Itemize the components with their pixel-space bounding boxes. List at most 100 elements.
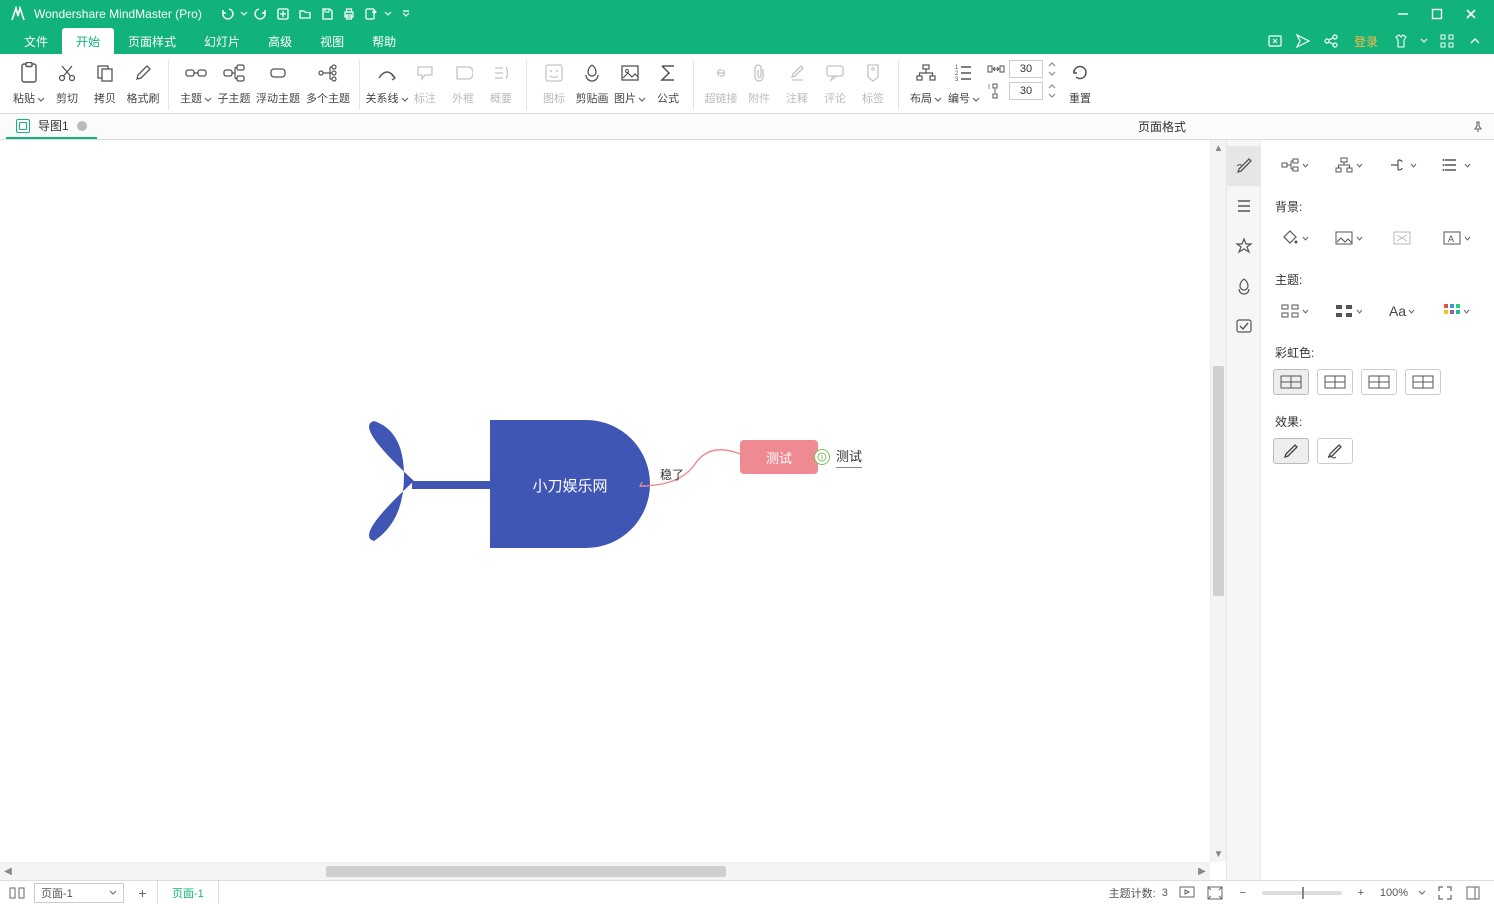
paste-button[interactable]: 粘贴 (10, 58, 48, 105)
new-button[interactable] (272, 3, 294, 25)
document-tab[interactable]: 导图1 (6, 115, 97, 139)
pin-icon[interactable] (1472, 121, 1484, 133)
rainbow-swatch-4[interactable] (1405, 369, 1441, 395)
panel-bg-image[interactable] (1327, 223, 1369, 253)
cloud-icon[interactable] (1266, 32, 1284, 50)
print-button[interactable] (338, 3, 360, 25)
zoom-dropdown-icon[interactable] (1418, 889, 1426, 897)
share-icon[interactable] (1322, 32, 1340, 50)
attachment-button[interactable]: 附件 (740, 58, 778, 105)
vertical-scrollbar[interactable]: ▲ ▼ (1210, 140, 1226, 862)
canvas[interactable]: 小刀娱乐网 稳了 测试 测试 ▲ ▼ ◀ ▶ (0, 140, 1226, 880)
hscroll-track[interactable] (16, 863, 1194, 880)
rainbow-swatch-3[interactable] (1361, 369, 1397, 395)
mindmap-node-3[interactable]: 测试 (836, 446, 862, 468)
relation-button[interactable]: 关系线 (368, 58, 406, 105)
panel-topic-style2[interactable] (1327, 296, 1369, 326)
menu-help[interactable]: 帮助 (358, 28, 410, 54)
undo-button[interactable] (216, 3, 238, 25)
hspacing-input[interactable]: 30 (1009, 60, 1043, 78)
export-button[interactable] (360, 3, 382, 25)
qat-customize-icon[interactable] (400, 10, 412, 18)
mindmap-edge-label[interactable]: 稳了 (660, 466, 684, 483)
vscroll-track[interactable] (1211, 156, 1226, 846)
menu-pagestyle[interactable]: 页面样式 (114, 28, 190, 54)
floattopic-button[interactable]: 浮动主题 (253, 58, 303, 105)
login-button[interactable]: 登录 (1354, 33, 1378, 50)
page-tab[interactable]: 页面-1 (158, 881, 219, 904)
clipart-button[interactable]: 剪贴画 (573, 58, 611, 105)
formula-button[interactable]: 公式 (649, 58, 687, 105)
callout-button[interactable]: 标注 (406, 58, 444, 105)
picture-button[interactable]: 图片 (611, 58, 649, 105)
close-tab-icon[interactable] (77, 121, 87, 131)
panel-bg-remove[interactable] (1381, 223, 1423, 253)
cut-button[interactable]: 剪切 (48, 58, 86, 105)
hscroll-thumb[interactable] (326, 866, 726, 877)
rainbow-swatch-2[interactable] (1317, 369, 1353, 395)
fullscreen-icon[interactable] (1436, 886, 1454, 900)
subtopic-button[interactable]: 子主题 (215, 58, 253, 105)
reset-button[interactable]: 重置 (1061, 58, 1099, 105)
boundary-button[interactable]: 外框 (444, 58, 482, 105)
menu-file[interactable]: 文件 (10, 28, 62, 54)
panel-bg-fill[interactable] (1273, 223, 1315, 253)
copy-button[interactable]: 拷贝 (86, 58, 124, 105)
zoom-in-icon[interactable]: + (1352, 887, 1370, 899)
menu-slideshow[interactable]: 幻灯片 (190, 28, 254, 54)
add-page-button[interactable]: + (128, 881, 158, 904)
summary-button[interactable]: 概要 (482, 58, 520, 105)
zoom-slider[interactable] (1262, 891, 1342, 895)
close-button[interactable] (1454, 0, 1488, 28)
scroll-right-icon[interactable]: ▶ (1194, 863, 1210, 880)
numbering-button[interactable]: 123 编号 (945, 58, 983, 105)
collapse-ribbon-icon[interactable] (1466, 32, 1484, 50)
page-list-icon[interactable] (0, 886, 34, 900)
panel-toggle-icon[interactable] (1464, 886, 1482, 900)
mindmap-node-2[interactable]: 测试 (740, 440, 818, 474)
panel-topic-font[interactable]: Aa (1381, 296, 1423, 326)
comment-button[interactable]: 评论 (816, 58, 854, 105)
sidestrip-icons[interactable] (1227, 226, 1261, 266)
sidestrip-format[interactable] (1227, 146, 1261, 186)
add-subtopic-button[interactable] (814, 449, 830, 465)
scroll-left-icon[interactable]: ◀ (0, 863, 16, 880)
note-button[interactable]: 注释 (778, 58, 816, 105)
panel-layout-4[interactable] (1435, 150, 1477, 180)
topic-button[interactable]: 主题 (177, 58, 215, 105)
scroll-up-icon[interactable]: ▲ (1211, 140, 1226, 156)
panel-topic-style[interactable] (1273, 296, 1315, 326)
formatpainter-button[interactable]: 格式刷 (124, 58, 162, 105)
spin-arrows-icon[interactable] (1047, 60, 1057, 78)
shirt-dropdown-icon[interactable] (1420, 37, 1428, 45)
panel-layout-2[interactable] (1327, 150, 1369, 180)
redo-button[interactable] (250, 3, 272, 25)
tag-button[interactable]: 标签 (854, 58, 892, 105)
undo-dropdown-icon[interactable] (238, 10, 250, 18)
menu-advanced[interactable]: 高级 (254, 28, 306, 54)
apps-icon[interactable] (1438, 32, 1456, 50)
sidestrip-tasks[interactable] (1227, 306, 1261, 346)
menu-view[interactable]: 视图 (306, 28, 358, 54)
export-dropdown-icon[interactable] (382, 10, 394, 18)
send-icon[interactable] (1294, 32, 1312, 50)
scroll-down-icon[interactable]: ▼ (1211, 846, 1226, 862)
effect-swatch-1[interactable] (1273, 438, 1309, 464)
horizontal-scrollbar[interactable]: ◀ ▶ (0, 862, 1210, 880)
multitopic-button[interactable]: 多个主题 (303, 58, 353, 105)
slideshow-icon[interactable] (1178, 886, 1196, 900)
save-button[interactable] (316, 3, 338, 25)
layout-button[interactable]: 布局 (907, 58, 945, 105)
zoom-out-icon[interactable]: − (1234, 887, 1252, 899)
rainbow-swatch-1[interactable] (1273, 369, 1309, 395)
vspacing-input[interactable]: 30 (1009, 82, 1043, 100)
hyperlink-button[interactable]: 超链接 (702, 58, 740, 105)
maximize-button[interactable] (1420, 0, 1454, 28)
page-selector[interactable]: 页面-1 (34, 883, 124, 903)
minimize-button[interactable] (1386, 0, 1420, 28)
menu-start[interactable]: 开始 (62, 28, 114, 54)
icon-button[interactable]: 图标 (535, 58, 573, 105)
panel-topic-color[interactable] (1435, 296, 1477, 326)
sidestrip-outline[interactable] (1227, 186, 1261, 226)
sidestrip-clipart[interactable] (1227, 266, 1261, 306)
